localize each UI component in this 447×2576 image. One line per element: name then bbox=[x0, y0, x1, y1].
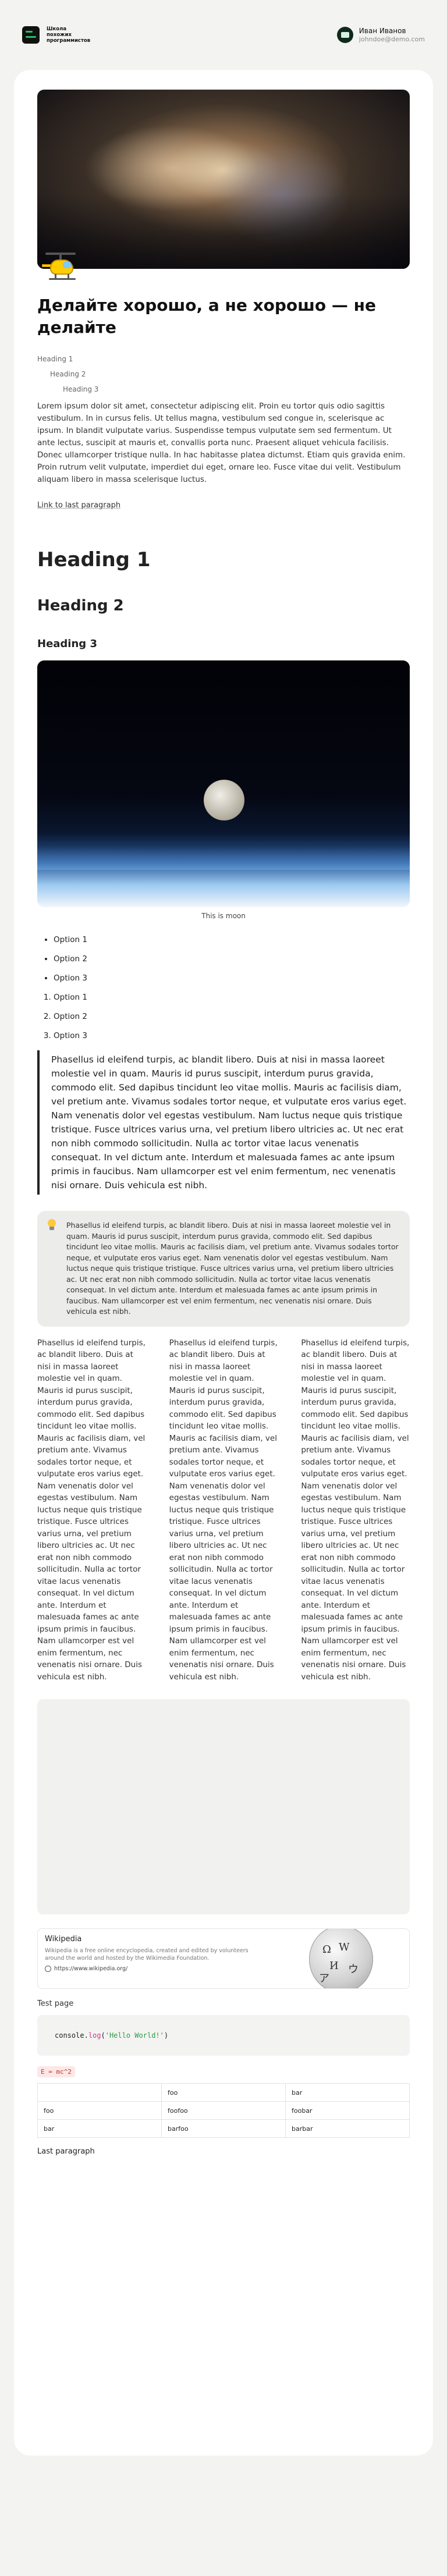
brand-line: программистов bbox=[47, 38, 91, 44]
toc-item-heading-1[interactable]: Heading 1 bbox=[37, 355, 410, 363]
table-cell: foobar bbox=[285, 2101, 410, 2120]
toc-item-heading-3[interactable]: Heading 3 bbox=[37, 385, 410, 393]
brand-line: похожих bbox=[47, 32, 72, 38]
logo-icon bbox=[22, 26, 40, 44]
table-cell: bar bbox=[37, 2119, 162, 2138]
table-cell: barfoo bbox=[161, 2119, 286, 2138]
table-cell: barbar bbox=[285, 2119, 410, 2138]
numbered-list: Option 1 Option 2 Option 3 bbox=[37, 993, 410, 1040]
avatar bbox=[336, 27, 353, 43]
equation: E = mc^2 bbox=[37, 2066, 75, 2077]
code-block: console.log('Hello World!') bbox=[37, 2015, 410, 2056]
table-cell: foo bbox=[161, 2083, 286, 2102]
table-row: foo foofoo foobar bbox=[37, 2101, 410, 2120]
bookmark-url-text: https://www.wikipedia.org/ bbox=[54, 1966, 128, 1972]
top-bar: Школа похожих программистов Иван Иванов … bbox=[0, 0, 447, 70]
brand-name: Школа похожих программистов bbox=[47, 26, 90, 44]
bookmark-title: Wikipedia bbox=[45, 1935, 82, 1943]
quote-block: Phasellus id eleifend turpis, ac blandit… bbox=[37, 1050, 410, 1195]
image-caption: This is moon bbox=[201, 912, 246, 920]
link-to-last-paragraph[interactable]: Link to last paragraph bbox=[37, 501, 120, 510]
brand-line: Школа bbox=[47, 26, 67, 32]
code-object: console bbox=[55, 2031, 84, 2040]
list-item: Option 2 bbox=[54, 1012, 410, 1021]
three-columns: Phasellus id eleifend turpis, ac blandit… bbox=[37, 1337, 410, 1683]
helicopter-icon bbox=[41, 250, 81, 287]
list-item: Option 3 bbox=[54, 973, 410, 983]
last-paragraph: Last paragraph bbox=[37, 2147, 95, 2156]
code-method: log bbox=[88, 2031, 101, 2040]
callout-text: Phasellus id eleifend turpis, ac blandit… bbox=[66, 1221, 399, 1316]
list-item: Option 1 bbox=[54, 993, 410, 1002]
table-cell: bar bbox=[285, 2083, 410, 2102]
table-cell bbox=[37, 2083, 162, 2102]
wikipedia-bookmark[interactable]: Wikipedia Wikipedia is a free online enc… bbox=[37, 1928, 410, 1989]
heading-1: Heading 1 bbox=[37, 548, 151, 571]
moon-icon bbox=[204, 780, 244, 820]
heading-2: Heading 2 bbox=[37, 597, 124, 614]
user-name: Иван Иванов bbox=[359, 26, 406, 35]
wikipedia-globe-icon: Ω W И ウ ア bbox=[274, 1929, 409, 1988]
user-menu[interactable]: Иван Иванов johndoe@demo.com bbox=[336, 26, 425, 44]
article-card: Делайте хорошо, а не хорошо — не делайте… bbox=[14, 70, 433, 2456]
toc-item-heading-2[interactable]: Heading 2 bbox=[37, 370, 410, 378]
lightbulb-icon bbox=[47, 1219, 57, 1232]
data-table: foo bar foo foofoo foobar bar barfoo bar… bbox=[37, 2083, 410, 2138]
column-text: Phasellus id eleifend turpis, ac blandit… bbox=[301, 1338, 410, 1682]
table-row: foo bar bbox=[37, 2083, 410, 2102]
bulleted-list: Option 1 Option 2 Option 3 bbox=[37, 935, 410, 983]
column-text: Phasellus id eleifend turpis, ac blandit… bbox=[37, 1338, 146, 1682]
embed-placeholder[interactable] bbox=[37, 1699, 410, 1914]
lead-paragraph: Lorem ipsum dolor sit amet, consectetur … bbox=[37, 401, 406, 484]
user-email: johndoe@demo.com bbox=[359, 35, 425, 43]
table-cell: foofoo bbox=[161, 2101, 286, 2120]
page-title: Делайте хорошо, а не хорошо — не делайте bbox=[37, 296, 376, 337]
bookmark-description: Wikipedia is a free online encyclopedia,… bbox=[45, 1948, 249, 1962]
table-cell: foo bbox=[37, 2101, 162, 2120]
bookmark-url: https://www.wikipedia.org/ bbox=[45, 1966, 267, 1972]
column-text: Phasellus id eleifend turpis, ac blandit… bbox=[169, 1338, 278, 1682]
list-item: Option 3 bbox=[54, 1031, 410, 1040]
code-string: 'Hello World!' bbox=[105, 2031, 164, 2040]
heading-3: Heading 3 bbox=[37, 638, 97, 650]
list-item: Option 1 bbox=[54, 935, 410, 944]
list-item: Option 2 bbox=[54, 954, 410, 964]
table-row: bar barfoo barbar bbox=[37, 2119, 410, 2138]
moon-image bbox=[37, 660, 410, 907]
cover-image bbox=[37, 90, 410, 269]
brand[interactable]: Школа похожих программистов bbox=[22, 26, 90, 44]
table-of-contents: Heading 1 Heading 2 Heading 3 bbox=[37, 355, 410, 393]
callout-block: Phasellus id eleifend turpis, ac blandit… bbox=[37, 1211, 410, 1327]
wikipedia-favicon-icon bbox=[45, 1966, 51, 1972]
test-page-link[interactable]: Test page bbox=[37, 1999, 410, 2008]
